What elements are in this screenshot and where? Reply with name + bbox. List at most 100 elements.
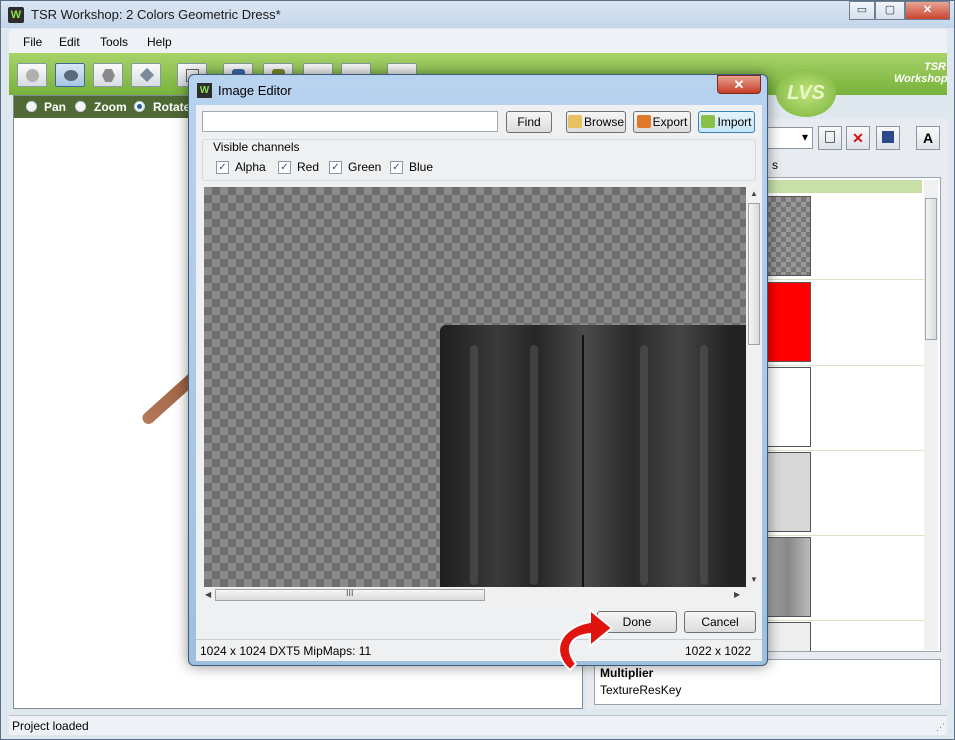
scroll-up-icon[interactable]: ▲ [750, 189, 758, 198]
texture-thumbnail[interactable] [765, 452, 811, 532]
zoom-radio[interactable] [75, 101, 86, 112]
divider [765, 279, 925, 280]
rotate-radio[interactable] [134, 101, 145, 112]
seam [582, 335, 584, 587]
font-button[interactable]: A [916, 126, 940, 150]
folder-icon [567, 115, 582, 128]
menu-help[interactable]: Help [147, 35, 172, 49]
scroll-thumb[interactable] [748, 203, 760, 345]
ellipse-icon [64, 70, 78, 81]
divider [765, 535, 925, 536]
red-label: Red [297, 160, 320, 174]
alpha-label: Alpha [235, 160, 266, 174]
sphere-view-button[interactable] [17, 63, 47, 87]
export-icon [636, 115, 651, 128]
export-button[interactable]: Export [633, 111, 691, 133]
hexagon-icon [102, 69, 115, 82]
green-checkbox[interactable]: ✓ [329, 161, 342, 174]
dialog-icon: W [197, 83, 212, 98]
menu-edit[interactable]: Edit [59, 35, 80, 49]
import-label: Import [717, 115, 752, 129]
fold [640, 345, 648, 585]
dialog-body: Find Browse Export Import Visible channe… [196, 105, 762, 661]
scroll-down-icon[interactable]: ▼ [750, 575, 758, 584]
divider [765, 365, 925, 366]
tsr-workshop-logo: TSR Workshop [894, 61, 948, 85]
import-icon [701, 115, 716, 128]
cancel-label: Cancel [701, 615, 739, 629]
visible-channels-group: Visible channels ✓ Alpha ✓ Red ✓ Green ✓… [202, 139, 756, 181]
browse-button[interactable]: Browse [566, 111, 626, 133]
scroll-right-icon[interactable]: ▶ [734, 590, 740, 599]
property-value: TextureResKey [600, 683, 682, 697]
smooth-view-button[interactable] [55, 63, 85, 87]
canvas-vertical-scrollbar[interactable]: ▲ ▼ [746, 187, 762, 587]
title-bar: W TSR Workshop: 2 Colors Geometric Dress… [1, 1, 954, 28]
find-label: Find [517, 115, 541, 129]
dialog-close-button[interactable]: ✕ [717, 75, 761, 94]
scroll-thumb[interactable] [925, 198, 937, 340]
scroll-thumb[interactable]: III [215, 588, 485, 601]
image-size: 1022 x 1022 [685, 644, 752, 658]
copy-button[interactable] [818, 126, 842, 150]
menu-bar: File Edit Tools Help [9, 29, 947, 53]
minimize-icon: ▭ [856, 4, 868, 16]
red-x-icon: ✕ [852, 130, 864, 146]
hexagon-view-button[interactable] [93, 63, 123, 87]
fold [700, 345, 708, 585]
dialog-title: Image Editor [218, 83, 292, 98]
image-canvas[interactable] [204, 187, 746, 587]
list-header [762, 180, 922, 193]
texture-dropdown[interactable] [761, 127, 813, 149]
close-icon: ✕ [733, 77, 745, 92]
status-bar: Project loaded ⋰ [9, 715, 947, 735]
cancel-button[interactable]: Cancel [684, 611, 756, 633]
blue-label: Blue [409, 160, 434, 174]
search-input[interactable] [202, 111, 498, 132]
rotate-label: Rotate [153, 100, 191, 114]
save-button[interactable] [876, 126, 900, 150]
menu-file[interactable]: File [23, 35, 42, 49]
red-checkbox[interactable]: ✓ [278, 161, 291, 174]
window-title: TSR Workshop: 2 Colors Geometric Dress* [31, 7, 281, 22]
canvas-horizontal-scrollbar[interactable]: ◀ III ▶ [204, 587, 746, 603]
green-label: Green [348, 160, 382, 174]
find-button[interactable]: Find [506, 111, 552, 133]
blue-checkbox[interactable]: ✓ [390, 161, 403, 174]
delete-button[interactable]: ✕ [846, 126, 870, 150]
menu-tools[interactable]: Tools [100, 35, 128, 49]
maximize-icon: ▢ [884, 4, 896, 16]
maximize-button[interactable]: ▢ [875, 1, 905, 20]
pan-label: Pan [44, 100, 67, 114]
texture-thumbnail[interactable] [765, 196, 811, 276]
texture-thumbnail[interactable] [765, 537, 811, 617]
diamond-view-button[interactable] [131, 63, 161, 87]
divider [765, 620, 925, 621]
close-icon: ✕ [922, 4, 933, 16]
export-label: Export [652, 115, 688, 129]
app-icon: W [8, 7, 24, 23]
alpha-checkbox[interactable]: ✓ [216, 161, 229, 174]
texture-image [440, 325, 746, 587]
status-text: Project loaded [12, 719, 89, 733]
red-arrow-annotation [558, 607, 614, 672]
minimize-button[interactable]: ▭ [849, 1, 875, 20]
scroll-grip-icon: III [346, 588, 354, 598]
lvs-logo: LVS [776, 69, 836, 117]
copy-icon [825, 131, 835, 143]
resize-grip[interactable]: ⋰ [936, 722, 945, 733]
fold [470, 345, 478, 585]
texture-thumbnail[interactable] [765, 367, 811, 447]
texture-thumbnail[interactable] [765, 622, 811, 651]
list-scrollbar[interactable] [924, 180, 938, 650]
image-info: 1024 x 1024 DXT5 MipMaps: 11 [200, 644, 372, 658]
texture-thumbnail[interactable] [765, 282, 811, 362]
image-editor-dialog: W Image Editor ✕ Find Browse Export Impo… [188, 74, 768, 666]
fold [530, 345, 538, 585]
import-button[interactable]: Import [698, 111, 755, 133]
browse-label: Browse [583, 115, 624, 129]
letter-a-icon: A [922, 130, 934, 146]
pan-radio[interactable] [26, 101, 37, 112]
scroll-left-icon[interactable]: ◀ [205, 590, 211, 599]
close-button[interactable]: ✕ [905, 1, 950, 20]
